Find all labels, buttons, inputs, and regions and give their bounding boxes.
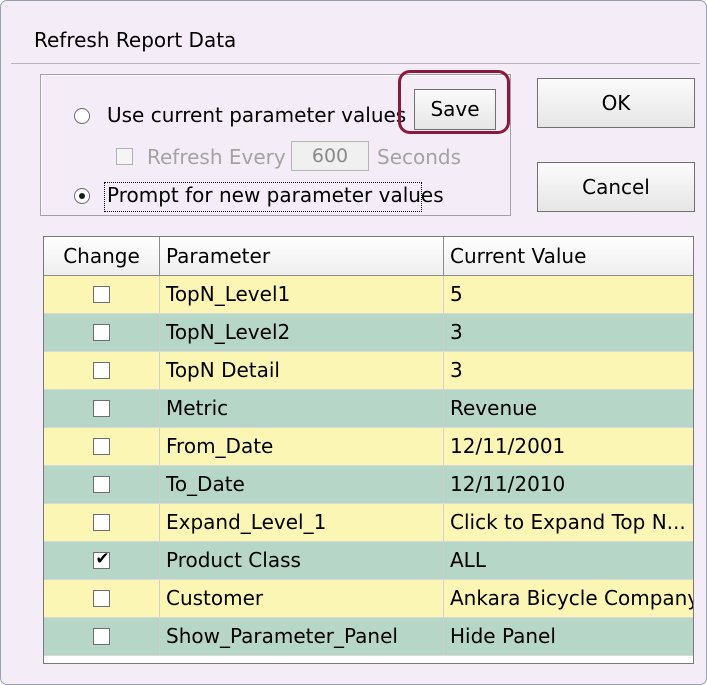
parameter-name-cell: Show_Parameter_Panel: [160, 618, 444, 655]
refresh-interval-input[interactable]: 600: [291, 141, 369, 171]
current-value-cell[interactable]: 12/11/2001: [444, 428, 693, 465]
change-cell: [44, 390, 160, 427]
change-cell: [44, 466, 160, 503]
table-row[interactable]: From_Date 12/11/2001: [44, 428, 693, 466]
parameters-table: Change Parameter Current Value TopN_Leve…: [43, 236, 694, 664]
current-value-cell[interactable]: ALL: [444, 542, 693, 579]
column-header-change[interactable]: Change: [44, 237, 160, 275]
table-row[interactable]: Customer Ankara Bicycle Company: [44, 580, 693, 618]
parameter-name-cell: From_Date: [160, 428, 444, 465]
dialog-client-area: Use current parameter values Refresh Eve…: [11, 63, 700, 681]
table-row[interactable]: Metric Revenue: [44, 390, 693, 428]
current-value-cell[interactable]: 12/11/2010: [444, 466, 693, 503]
table-header: Change Parameter Current Value: [44, 237, 693, 276]
parameter-name-cell: Expand_Level_1: [160, 504, 444, 541]
change-checkbox[interactable]: [93, 628, 110, 645]
table-row[interactable]: TopN Detail 3: [44, 352, 693, 390]
change-checkbox[interactable]: [93, 400, 110, 417]
change-checkbox[interactable]: [93, 514, 110, 531]
refresh-report-dialog: Refresh Report Data Use current paramete…: [0, 0, 707, 685]
change-checkbox[interactable]: [93, 590, 110, 607]
parameter-name-cell: TopN Detail: [160, 352, 444, 389]
parameter-name-cell: Customer: [160, 580, 444, 617]
checkmark-icon: ✔: [95, 549, 110, 569]
prompt-new-values-radio[interactable]: [74, 188, 90, 204]
refresh-every-checkbox[interactable]: [116, 148, 133, 165]
change-checkbox[interactable]: [93, 286, 110, 303]
parameter-name-cell: Metric: [160, 390, 444, 427]
parameter-name-cell: Product Class: [160, 542, 444, 579]
table-row[interactable]: TopN_Level2 3: [44, 314, 693, 352]
ok-button[interactable]: OK: [537, 78, 695, 128]
current-value-cell[interactable]: Click to Expand Top N...: [444, 504, 693, 541]
current-value-cell[interactable]: Hide Panel: [444, 618, 693, 655]
radio-dot: [79, 193, 85, 199]
current-value-cell[interactable]: Revenue: [444, 390, 693, 427]
change-checkbox[interactable]: [93, 438, 110, 455]
column-header-parameter[interactable]: Parameter: [160, 237, 444, 275]
parameter-name-cell: To_Date: [160, 466, 444, 503]
parameter-name-cell: TopN_Level2: [160, 314, 444, 351]
seconds-label: Seconds: [377, 145, 462, 169]
current-value-cell[interactable]: Ankara Bicycle Company: [444, 580, 693, 617]
use-current-values-label[interactable]: Use current parameter values: [107, 103, 406, 127]
table-row[interactable]: Show_Parameter_Panel Hide Panel: [44, 618, 693, 656]
table-row[interactable]: Expand_Level_1 Click to Expand Top N...: [44, 504, 693, 542]
change-cell: [44, 580, 160, 617]
column-header-current-value[interactable]: Current Value: [444, 237, 693, 275]
change-checkbox[interactable]: [93, 476, 110, 493]
current-value-cell[interactable]: 3: [444, 352, 693, 389]
cancel-button[interactable]: Cancel: [537, 162, 695, 212]
change-checkbox[interactable]: ✔: [93, 549, 110, 569]
change-cell: [44, 276, 160, 313]
change-cell: [44, 428, 160, 465]
change-checkbox[interactable]: [93, 324, 110, 341]
refresh-every-label: Refresh Every: [147, 145, 286, 169]
change-cell: ✔: [44, 542, 160, 579]
use-current-values-radio[interactable]: [74, 108, 90, 124]
change-cell: [44, 618, 160, 655]
change-cell: [44, 504, 160, 541]
change-cell: [44, 314, 160, 351]
save-button-highlight: [398, 70, 510, 134]
dialog-title: Refresh Report Data: [34, 28, 237, 52]
change-cell: [44, 352, 160, 389]
table-row[interactable]: ✔ Product Class ALL: [44, 542, 693, 580]
parameter-name-cell: TopN_Level1: [160, 276, 444, 313]
current-value-cell[interactable]: 5: [444, 276, 693, 313]
change-checkbox[interactable]: [93, 362, 110, 379]
table-row[interactable]: TopN_Level1 5: [44, 276, 693, 314]
table-row[interactable]: To_Date 12/11/2010: [44, 466, 693, 504]
current-value-cell[interactable]: 3: [444, 314, 693, 351]
prompt-new-values-label[interactable]: Prompt for new parameter values: [107, 183, 444, 207]
